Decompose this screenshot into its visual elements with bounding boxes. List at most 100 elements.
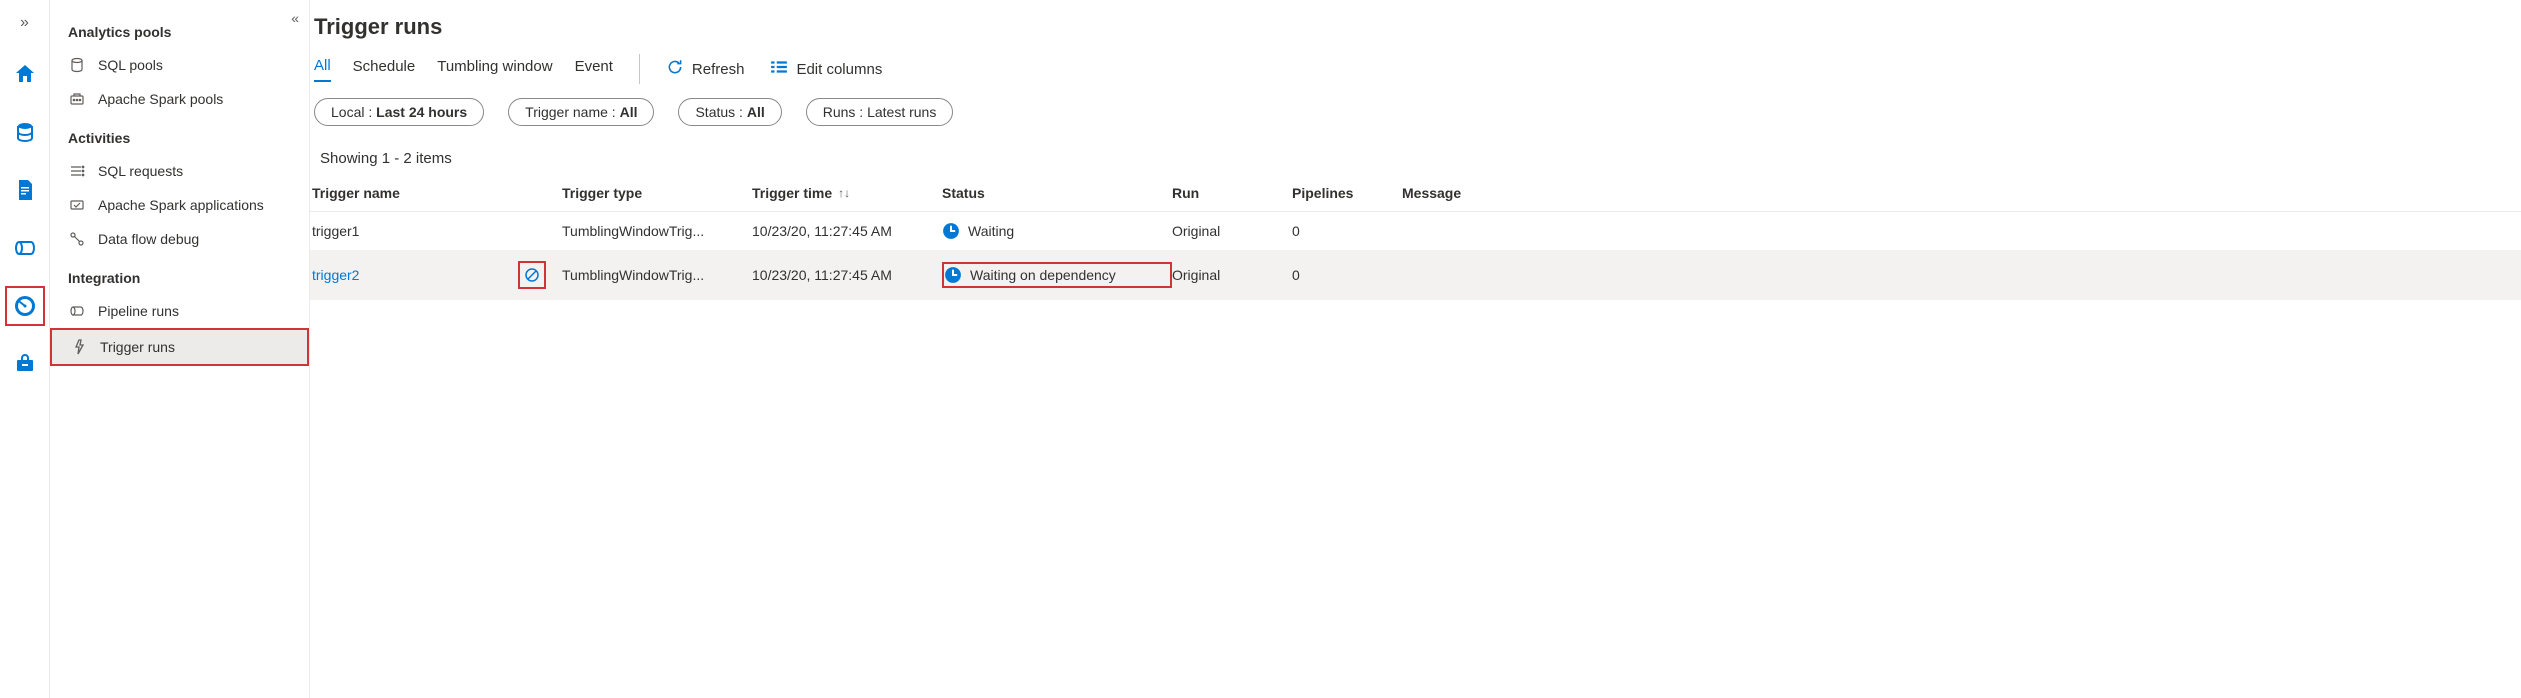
filter-label: Status : xyxy=(695,104,742,120)
clock-icon xyxy=(942,222,960,240)
rail-integrate[interactable] xyxy=(5,228,45,268)
filter-label: Runs : xyxy=(823,104,863,120)
filter-status[interactable]: Status : All xyxy=(678,98,781,126)
status-text: Waiting xyxy=(968,223,1014,239)
nav-item-spark-pools[interactable]: Apache Spark pools xyxy=(50,82,309,116)
rail-develop[interactable] xyxy=(5,170,45,210)
cell-pipelines: 0 xyxy=(1292,267,1402,283)
home-icon xyxy=(13,62,37,86)
col-status[interactable]: Status xyxy=(942,185,1172,201)
tab-tumbling-window[interactable]: Tumbling window xyxy=(437,58,552,81)
nav-section-analytics-pools: Analytics pools xyxy=(50,10,309,48)
toolbar: All Schedule Tumbling window Event Refre… xyxy=(312,40,2521,94)
nav-label: Data flow debug xyxy=(98,231,199,247)
refresh-icon xyxy=(666,58,684,80)
cell-trigger-time: 10/23/20, 11:27:45 AM xyxy=(752,223,942,239)
result-count: Showing 1 - 2 items xyxy=(310,132,2521,175)
nav-item-sql-pools[interactable]: SQL pools xyxy=(50,48,309,82)
cell-trigger-name: trigger2 xyxy=(312,261,562,289)
col-trigger-name[interactable]: Trigger name xyxy=(312,185,562,201)
nav-item-data-flow-debug[interactable]: Data flow debug xyxy=(50,222,309,256)
col-trigger-time[interactable]: Trigger time ↑↓ xyxy=(752,185,942,201)
trigger-runs-icon xyxy=(70,338,88,356)
nav-label: Apache Spark applications xyxy=(98,197,264,213)
spark-apps-icon xyxy=(68,196,86,214)
edit-columns-button[interactable]: Edit columns xyxy=(770,58,882,80)
filter-local[interactable]: Local : Last 24 hours xyxy=(314,98,484,126)
results-grid: Trigger name Trigger type Trigger time ↑… xyxy=(310,175,2521,300)
nav-label: Apache Spark pools xyxy=(98,91,223,107)
nav-item-pipeline-runs[interactable]: Pipeline runs xyxy=(50,294,309,328)
trigger-name-link[interactable]: trigger2 xyxy=(312,267,359,283)
clock-icon xyxy=(944,266,962,284)
nav-label: Trigger runs xyxy=(100,339,175,355)
main-content: Trigger runs All Schedule Tumbling windo… xyxy=(310,0,2521,698)
database-icon xyxy=(13,120,37,144)
cell-trigger-time: 10/23/20, 11:27:45 AM xyxy=(752,267,942,283)
col-pipelines[interactable]: Pipelines xyxy=(1292,185,1402,201)
separator xyxy=(639,54,640,84)
edit-columns-label: Edit columns xyxy=(796,61,882,78)
tabs: All Schedule Tumbling window Event xyxy=(314,57,613,82)
rail-monitor[interactable] xyxy=(5,286,45,326)
document-icon xyxy=(13,178,37,202)
toolbox-icon xyxy=(13,352,37,376)
nav-label: Pipeline runs xyxy=(98,303,179,319)
cell-pipelines: 0 xyxy=(1292,223,1402,239)
sql-pool-icon xyxy=(68,56,86,74)
side-nav-collapse-toggle[interactable]: « xyxy=(291,10,299,26)
table-row[interactable]: trigger2 TumblingWindowTrig... 10/23/20,… xyxy=(310,251,2521,300)
cell-trigger-name: trigger1 xyxy=(312,223,562,239)
cell-trigger-type: TumblingWindowTrig... xyxy=(562,267,752,283)
rail-data[interactable] xyxy=(5,112,45,152)
spark-pool-icon xyxy=(68,90,86,108)
cancel-run-button[interactable] xyxy=(518,261,546,289)
col-message[interactable]: Message xyxy=(1402,185,1542,201)
rail-expand-toggle[interactable]: » xyxy=(16,10,33,36)
cell-status: Waiting on dependency xyxy=(942,262,1172,288)
cell-run: Original xyxy=(1172,267,1292,283)
cell-run: Original xyxy=(1172,223,1292,239)
pipeline-runs-icon xyxy=(68,302,86,320)
status-text: Waiting on dependency xyxy=(970,267,1116,283)
trigger-name-text: trigger1 xyxy=(312,223,359,239)
nav-label: SQL requests xyxy=(98,163,183,179)
monitor-gauge-icon xyxy=(13,294,37,318)
filter-value: All xyxy=(620,104,638,120)
table-row[interactable]: trigger1 TumblingWindowTrig... 10/23/20,… xyxy=(310,212,2521,251)
tab-all[interactable]: All xyxy=(314,57,331,82)
columns-icon xyxy=(770,58,788,80)
col-run[interactable]: Run xyxy=(1172,185,1292,201)
tab-event[interactable]: Event xyxy=(575,58,613,81)
nav-section-integration: Integration xyxy=(50,256,309,294)
cell-trigger-type: TumblingWindowTrig... xyxy=(562,223,752,239)
filter-label: Local : xyxy=(331,104,372,120)
nav-label: SQL pools xyxy=(98,57,163,73)
filter-value: All xyxy=(747,104,765,120)
sort-icon: ↑↓ xyxy=(838,186,850,200)
cell-status: Waiting xyxy=(942,222,1172,240)
pipeline-icon xyxy=(13,236,37,260)
sql-requests-icon xyxy=(68,162,86,180)
col-label: Trigger time xyxy=(752,185,832,201)
refresh-button[interactable]: Refresh xyxy=(666,58,745,80)
cancel-icon xyxy=(524,267,540,283)
side-nav: « Analytics pools SQL pools Apache Spark… xyxy=(50,0,310,698)
filter-value: Latest runs xyxy=(867,104,936,120)
page-title: Trigger runs xyxy=(314,8,2521,40)
filter-runs[interactable]: Runs : Latest runs xyxy=(806,98,954,126)
col-trigger-type[interactable]: Trigger type xyxy=(562,185,752,201)
nav-item-trigger-runs[interactable]: Trigger runs xyxy=(50,328,309,366)
filter-trigger-name[interactable]: Trigger name : All xyxy=(508,98,654,126)
icon-rail: » xyxy=(0,0,50,698)
tab-schedule[interactable]: Schedule xyxy=(353,58,416,81)
grid-header: Trigger name Trigger type Trigger time ↑… xyxy=(310,175,2521,212)
filter-row: Local : Last 24 hours Trigger name : All… xyxy=(312,94,2521,132)
filter-label: Trigger name : xyxy=(525,104,616,120)
filter-value: Last 24 hours xyxy=(376,104,467,120)
rail-manage[interactable] xyxy=(5,344,45,384)
nav-item-sql-requests[interactable]: SQL requests xyxy=(50,154,309,188)
nav-item-spark-apps[interactable]: Apache Spark applications xyxy=(50,188,309,222)
rail-home[interactable] xyxy=(5,54,45,94)
refresh-label: Refresh xyxy=(692,61,745,78)
